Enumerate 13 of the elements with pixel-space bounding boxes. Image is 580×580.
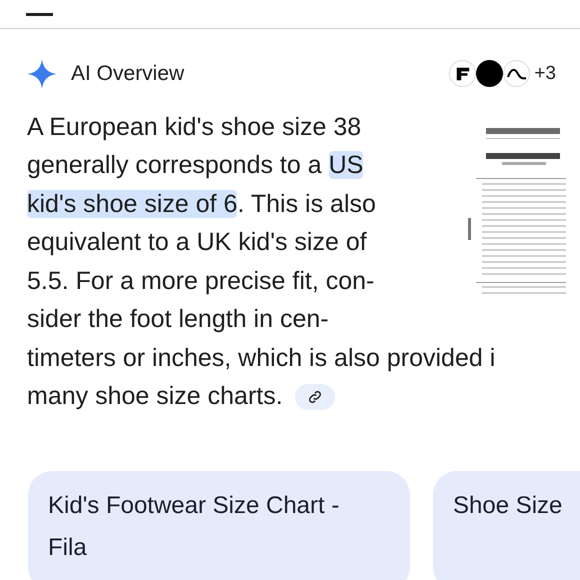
link-icon[interactable] <box>294 384 335 410</box>
menu-bar-icon[interactable] <box>26 12 53 16</box>
source-favicon-icon[interactable] <box>449 60 476 88</box>
source-count[interactable]: +3 <box>534 60 556 88</box>
section-title: AI Overview <box>71 61 184 87</box>
sparkle-icon <box>27 58 57 89</box>
source-card[interactable]: Kid's Footwear Size Chart - Fila <box>28 470 410 580</box>
card-title: Kid's Footwear Size Chart - Fila <box>48 490 340 562</box>
source-card[interactable]: Shoe Size <box>433 470 580 580</box>
answer-paragraph: A European kid's shoe size 38 generally corresponds to a US kid's shoe size of 6. This is also equivalent to a UK kid's size of 5.5. For a more precise fit, con- sider the foot length in cen- timeters or inches, which is also provided i many shoe size charts. <box>27 112 496 412</box>
card-title: Shoe Size <box>453 490 564 520</box>
source-favicon-icon[interactable] <box>503 60 530 88</box>
source-favicon-icon[interactable] <box>476 60 504 88</box>
